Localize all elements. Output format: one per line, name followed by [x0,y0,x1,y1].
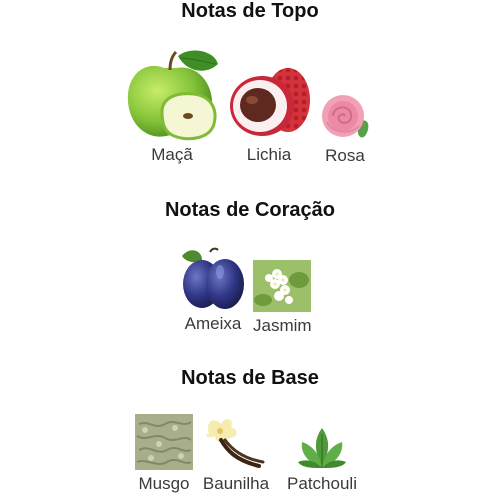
note-label: Jasmim [253,316,312,335]
note-rose: Rosa [319,92,371,166]
note-patchouli: Patchouli [282,424,362,494]
vanilla-flower-and-pods-icon [206,419,265,468]
section-title-base-notes: Notas de Base [181,367,319,389]
note-vanilla: Baunilha [201,414,271,494]
note-label: Maçã [151,145,193,164]
plums-icon [182,247,244,309]
note-label: Baunilha [202,474,270,493]
section-title-top-notes: Notas de Topo [181,0,319,22]
note-label: Rosa [325,146,365,165]
pink-rose-icon [322,95,369,138]
green-apple-icon [127,50,218,141]
note-apple: Maçã [124,46,220,165]
note-label: Ameixa [184,314,242,333]
note-moss: Musgo [135,414,193,494]
jasmine-flower-icon [253,260,312,312]
patchouli-leaves-icon [298,428,346,468]
note-jasmine: Jasmim [253,260,312,336]
moss-icon [135,414,193,470]
note-plum: Ameixa [180,246,246,334]
note-lychee: Lichia [228,66,310,165]
note-label: Patchouli [287,474,357,493]
lychee-icon [230,68,310,136]
section-title-heart-notes: Notas de Coração [164,199,336,221]
note-label: Lichia [246,145,292,164]
note-label: Musgo [138,474,190,493]
